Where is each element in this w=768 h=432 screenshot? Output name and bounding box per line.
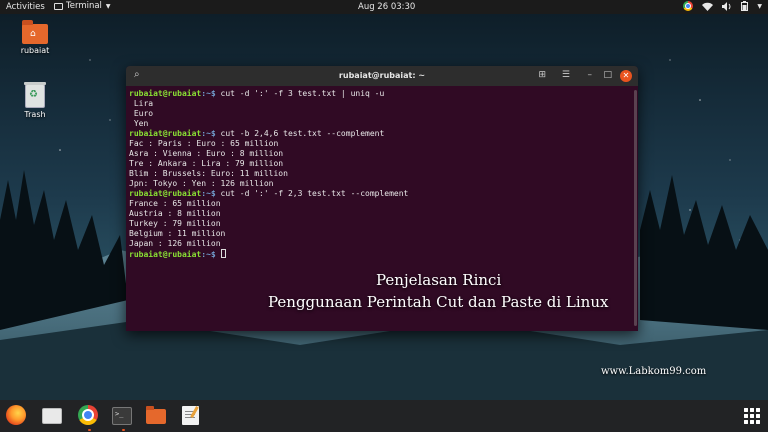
output-text: Euro xyxy=(129,109,154,118)
desktop-icon-label: rubaiat xyxy=(20,46,50,55)
volume-icon xyxy=(722,1,731,11)
prompt-user: rubaiat@rubaiat xyxy=(129,189,202,198)
overlay-title-line1: Penjelasan Rinci xyxy=(376,271,502,289)
prompt-user: rubaiat@rubaiat xyxy=(129,250,202,259)
command-text: cut -b 2,4,6 test.txt --complement xyxy=(215,129,385,138)
dock-chrome[interactable] xyxy=(78,405,100,431)
trash-icon: ♻ xyxy=(24,82,46,108)
dock-terminal[interactable]: >_ xyxy=(112,405,134,431)
text-editor-icon xyxy=(182,406,199,425)
watermark: www.Labkom99.com xyxy=(601,366,707,377)
top-bar: Activities Terminal ▼ Aug 26 03:30 ▼ xyxy=(0,0,768,14)
dock-folder[interactable] xyxy=(146,405,168,427)
command-text: cut -d ':' -f 3 test.txt | uniq -u xyxy=(215,89,385,98)
terminal-output-line: Asra : Vienna : Euro : 8 million xyxy=(129,149,638,159)
terminal-output-line: Yen xyxy=(129,119,638,129)
app-menu[interactable]: Terminal ▼ xyxy=(54,1,111,11)
text-cursor xyxy=(220,249,226,258)
dock-firefox[interactable] xyxy=(6,405,28,427)
output-text: Japan : 126 million xyxy=(129,239,221,248)
prompt-user: rubaiat@rubaiat xyxy=(129,89,202,98)
terminal-output-line: Turkey : 79 million xyxy=(129,219,638,229)
terminal-output-line: Austria : 8 million xyxy=(129,209,638,219)
terminal-command-line: rubaiat@rubaiat:~$ cut -d ':' -f 3 test.… xyxy=(129,89,638,99)
terminal-window[interactable]: ⌕ rubaiat@rubaiat: ~ ⊞ ☰ – □ ✕ rubaiat@r… xyxy=(126,66,638,331)
output-text: Yen xyxy=(129,119,149,128)
terminal-output-line: Belgium : 11 million xyxy=(129,229,638,239)
system-tray[interactable]: ▼ xyxy=(683,1,762,11)
new-tab-icon[interactable]: ⊞ xyxy=(538,70,546,80)
prompt-path: :~$ xyxy=(201,129,216,138)
battery-icon xyxy=(741,1,749,11)
terminal-icon xyxy=(54,2,63,10)
prompt-path: :~$ xyxy=(201,189,216,198)
output-text: Asra : Vienna : Euro : 8 million xyxy=(129,149,284,158)
activities-button[interactable]: Activities xyxy=(6,2,45,12)
prompt-user: rubaiat@rubaiat xyxy=(129,129,202,138)
running-indicator xyxy=(88,429,91,431)
files-icon xyxy=(42,408,62,424)
terminal-output-line: Tre : Ankara : Lira : 79 million xyxy=(129,159,638,169)
terminal-output-line: Lira xyxy=(129,99,638,109)
menu-icon[interactable]: ☰ xyxy=(562,70,570,80)
terminal-output-line: Fac : Paris : Euro : 65 million xyxy=(129,139,638,149)
scrollbar[interactable] xyxy=(634,90,637,326)
terminal-output-line: Euro xyxy=(129,109,638,119)
running-indicator xyxy=(122,429,125,431)
output-text: Fac : Paris : Euro : 65 million xyxy=(129,139,279,148)
terminal-output-line: France : 65 million xyxy=(129,199,638,209)
clock[interactable]: Aug 26 03:30 xyxy=(358,2,415,12)
terminal-titlebar[interactable]: ⌕ rubaiat@rubaiat: ~ ⊞ ☰ – □ ✕ xyxy=(126,66,638,86)
output-text: France : 65 million xyxy=(129,199,221,208)
show-applications-icon[interactable] xyxy=(744,408,760,424)
terminal-icon: >_ xyxy=(112,407,132,425)
desktop-icon-home[interactable]: ⌂ rubaiat xyxy=(10,20,60,55)
desktop-icon-label: Trash xyxy=(24,110,46,119)
terminal-command-line: rubaiat@rubaiat:~$ cut -b 2,4,6 test.txt… xyxy=(129,129,638,139)
terminal-output-line: Blim : Brussels: Euro: 11 million xyxy=(129,169,638,179)
terminal-output-line: Japan : 126 million xyxy=(129,239,638,249)
output-text: Belgium : 11 million xyxy=(129,229,226,238)
terminal-command-line: rubaiat@rubaiat:~$ xyxy=(129,249,638,259)
close-icon[interactable]: ✕ xyxy=(620,70,632,82)
desktop-icon-trash[interactable]: ♻ Trash xyxy=(10,82,60,119)
wifi-icon xyxy=(702,2,714,11)
app-menu-label: Terminal xyxy=(66,1,102,11)
prompt-path: :~$ xyxy=(201,250,216,259)
chrome-icon[interactable] xyxy=(683,1,694,11)
maximize-icon[interactable]: □ xyxy=(603,70,612,80)
terminal-output-line: Jpn: Tokyo : Yen : 126 million xyxy=(129,179,638,189)
dock-files[interactable] xyxy=(42,405,64,427)
dock-text-editor[interactable] xyxy=(180,405,202,427)
terminal-command-line: rubaiat@rubaiat:~$ cut -d ':' -f 2,3 tes… xyxy=(129,189,638,199)
terminal-output[interactable]: rubaiat@rubaiat:~$ cut -d ':' -f 3 test.… xyxy=(126,86,638,259)
output-text: Tre : Ankara : Lira : 79 million xyxy=(129,159,284,168)
home-folder-icon: ⌂ xyxy=(22,20,48,44)
firefox-icon xyxy=(6,405,26,425)
prompt-path: :~$ xyxy=(201,89,216,98)
caret-down-icon: ▼ xyxy=(105,2,111,10)
minimize-icon[interactable]: – xyxy=(588,70,593,80)
output-text: Austria : 8 million xyxy=(129,209,221,218)
chrome-icon xyxy=(78,405,98,425)
command-text: cut -d ':' -f 2,3 test.txt --complement xyxy=(215,189,409,198)
output-text: Turkey : 79 million xyxy=(129,219,221,228)
folder-icon xyxy=(146,406,166,424)
chevron-down-icon: ▼ xyxy=(757,2,762,10)
overlay-title-line2: Penggunaan Perintah Cut dan Paste di Lin… xyxy=(268,293,609,311)
output-text: Jpn: Tokyo : Yen : 126 million xyxy=(129,179,274,188)
output-text: Blim : Brussels: Euro: 11 million xyxy=(129,169,288,178)
output-text: Lira xyxy=(129,99,154,108)
dock: >_ xyxy=(0,400,768,432)
